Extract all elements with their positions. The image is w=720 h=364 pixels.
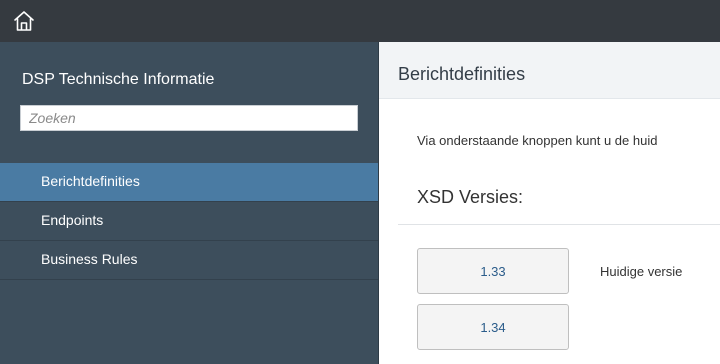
main-content: Berichtdefinities Via onderstaande knopp…	[379, 42, 720, 364]
section-title: XSD Versies:	[417, 187, 524, 207]
sidebar: DSP Technische Informatie Berichtdefinit…	[0, 42, 379, 364]
version-button-1-33[interactable]: 1.33	[417, 248, 569, 294]
page-title: Berichtdefinities	[398, 64, 526, 84]
sidebar-nav: Berichtdefinities Endpoints Business Rul…	[0, 163, 378, 280]
current-version-label: Huidige versie	[600, 264, 683, 279]
intro-text: Via onderstaande knoppen kunt u de huid	[417, 133, 658, 148]
version-button-1-34[interactable]: 1.34	[417, 304, 569, 350]
top-bar	[0, 0, 720, 42]
divider	[398, 224, 720, 225]
sidebar-title: DSP Technische Informatie	[22, 71, 215, 88]
home-icon[interactable]	[12, 9, 36, 33]
sidebar-item-endpoints[interactable]: Endpoints	[0, 202, 378, 241]
sidebar-item-berichtdefinities[interactable]: Berichtdefinities	[0, 163, 378, 202]
search-input[interactable]	[20, 105, 358, 131]
page-header: Berichtdefinities	[379, 42, 720, 99]
sidebar-item-business-rules[interactable]: Business Rules	[0, 241, 378, 280]
